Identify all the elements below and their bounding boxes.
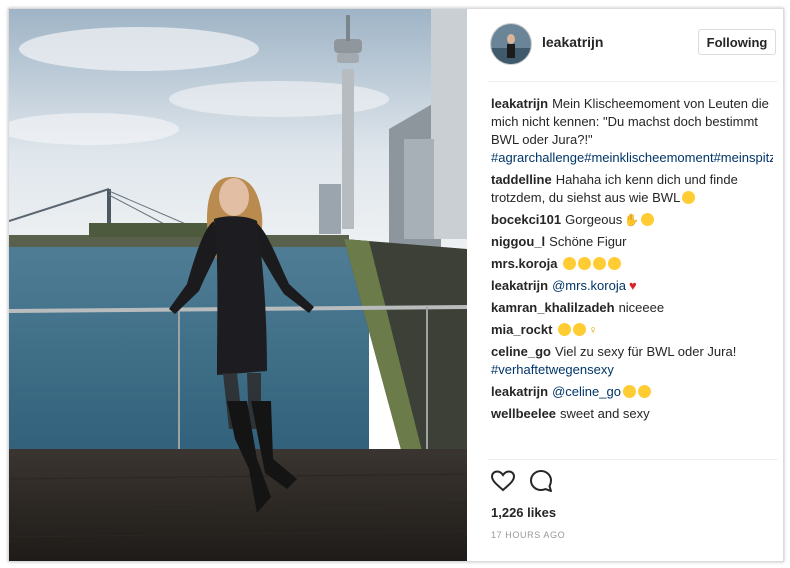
comment-username[interactable]: wellbeelee bbox=[491, 406, 556, 421]
hashtag-link[interactable]: #verhaftetwegensexy bbox=[491, 362, 614, 377]
comment-text: Schöne Figur bbox=[549, 234, 627, 249]
comment: bocekci101 Gorgeous ✋ bbox=[491, 211, 773, 229]
comment: mrs.koroja bbox=[491, 255, 773, 273]
avatar[interactable] bbox=[490, 23, 532, 65]
comment-username[interactable]: kamran_khalilzadeh bbox=[491, 300, 615, 315]
post-timestamp: 17 HOURS AGO bbox=[491, 530, 566, 540]
comment-username[interactable]: taddelline bbox=[491, 172, 552, 187]
comment: wellbeelee sweet and sexy bbox=[491, 405, 773, 423]
comment-username[interactable]: celine_go bbox=[491, 344, 551, 359]
mention-link[interactable]: @celine_go bbox=[552, 384, 621, 399]
comment-username[interactable]: mrs.koroja bbox=[491, 256, 557, 271]
heart-eyes-emoji-icon bbox=[563, 257, 577, 270]
comment-username[interactable]: leakatrijn bbox=[491, 384, 548, 399]
comments-list[interactable]: leakatrijn Mein Klischeemoment von Leuten… bbox=[491, 95, 773, 467]
female-sign-icon: ♀ bbox=[588, 323, 598, 337]
comment-text: sweet and sexy bbox=[560, 406, 650, 421]
smirk-emoji-icon bbox=[558, 323, 572, 336]
face-emoji-icon bbox=[641, 213, 655, 226]
likes-count[interactable]: 1,226 likes bbox=[491, 505, 556, 520]
comment: celine_go Viel zu sexy für BWL oder Jura!… bbox=[491, 343, 773, 379]
red-heart-emoji-icon: ♥ bbox=[628, 278, 637, 293]
comment-button[interactable] bbox=[528, 468, 554, 494]
divider bbox=[488, 81, 778, 82]
post-photo[interactable] bbox=[9, 9, 467, 561]
comment-username[interactable]: mia_rockt bbox=[491, 322, 552, 337]
grinning-emoji-icon bbox=[622, 385, 636, 398]
heart-eyes-emoji-icon bbox=[608, 257, 622, 270]
post-author-username[interactable]: leakatrijn bbox=[542, 34, 603, 50]
heart-eyes-emoji-icon bbox=[578, 257, 592, 270]
comment-username[interactable]: leakatrijn bbox=[491, 96, 548, 111]
comment-text: niceeee bbox=[618, 300, 665, 315]
comment-username[interactable]: bocekci101 bbox=[491, 212, 561, 227]
grinning-emoji-icon bbox=[682, 191, 696, 204]
heart-eyes-emoji-icon bbox=[593, 257, 607, 270]
comment: mia_rockt ♀ bbox=[491, 321, 773, 339]
comment: leakatrijn @mrs.koroja ♥ bbox=[491, 277, 773, 295]
mention-link[interactable]: @mrs.koroja bbox=[552, 278, 626, 293]
post-details: leakatrijn Following leakatrijn Mein Klis… bbox=[467, 9, 783, 561]
comment: kamran_khalilzadeh niceeee bbox=[491, 299, 773, 317]
comment-text: Gorgeous bbox=[565, 212, 623, 227]
like-button[interactable] bbox=[490, 468, 516, 494]
caption: leakatrijn Mein Klischeemoment von Leuten… bbox=[491, 95, 773, 167]
comment-username[interactable]: leakatrijn bbox=[491, 278, 548, 293]
post-frame: leakatrijn Following leakatrijn Mein Klis… bbox=[8, 8, 784, 562]
comment-text: Viel zu sexy für BWL oder Jura! bbox=[554, 344, 737, 359]
comment: leakatrijn @celine_go bbox=[491, 383, 773, 401]
woman-emoji-icon bbox=[573, 323, 587, 336]
divider bbox=[488, 459, 778, 460]
post-header: leakatrijn Following bbox=[467, 9, 783, 81]
comment-username[interactable]: niggou_l bbox=[491, 234, 545, 249]
speech-bubble-icon bbox=[530, 470, 552, 492]
clap-emoji-icon: ✋ bbox=[624, 213, 640, 227]
kissing-emoji-icon bbox=[637, 385, 651, 398]
hashtag-link[interactable]: #agrarchallenge#meinklischeemoment#meins… bbox=[491, 150, 773, 165]
comment: taddelline Hahaha ich kenn dich und finde… bbox=[491, 171, 773, 207]
following-button[interactable]: Following bbox=[698, 29, 776, 55]
heart-outline-icon bbox=[490, 470, 516, 492]
comment: niggou_l Schöne Figur bbox=[491, 233, 773, 251]
